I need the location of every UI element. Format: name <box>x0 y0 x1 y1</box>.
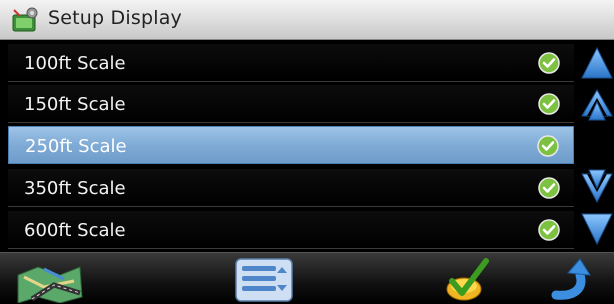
line-down-icon[interactable] <box>580 164 614 206</box>
page-title: Setup Display <box>48 7 182 29</box>
map-icon[interactable] <box>14 255 86 303</box>
list-item-label: 350ft Scale <box>24 178 126 199</box>
confirm-check-icon[interactable] <box>444 255 490 303</box>
list-item-label: 600ft Scale <box>24 220 126 241</box>
check-icon <box>538 219 560 241</box>
settings-app-icon <box>12 7 38 32</box>
bottom-toolbar <box>0 252 614 304</box>
list-item-350ft[interactable]: 350ft Scale <box>8 169 574 207</box>
check-icon <box>537 135 559 157</box>
back-arrow-icon[interactable] <box>546 255 592 303</box>
list-item-600ft[interactable]: 600ft Scale <box>8 211 574 249</box>
page-up-icon[interactable] <box>580 42 614 84</box>
title-bar: Setup Display <box>0 0 614 40</box>
line-up-icon[interactable] <box>580 86 614 128</box>
list-item-150ft[interactable]: 150ft Scale <box>8 85 574 123</box>
list-item-label: 100ft Scale <box>24 53 126 74</box>
check-icon <box>538 93 560 115</box>
scale-list: 100ft Scale 150ft Scale 250ft Scale 350f… <box>0 40 576 252</box>
list-item-100ft[interactable]: 100ft Scale <box>8 44 574 82</box>
list-item-label: 150ft Scale <box>24 94 126 115</box>
scrollbar <box>578 40 614 252</box>
list-item-250ft[interactable]: 250ft Scale <box>8 126 574 164</box>
check-icon <box>538 177 560 199</box>
menu-list-icon[interactable] <box>232 255 296 303</box>
page-down-icon[interactable] <box>580 208 614 250</box>
list-item-label: 250ft Scale <box>25 136 127 157</box>
check-icon <box>538 52 560 74</box>
